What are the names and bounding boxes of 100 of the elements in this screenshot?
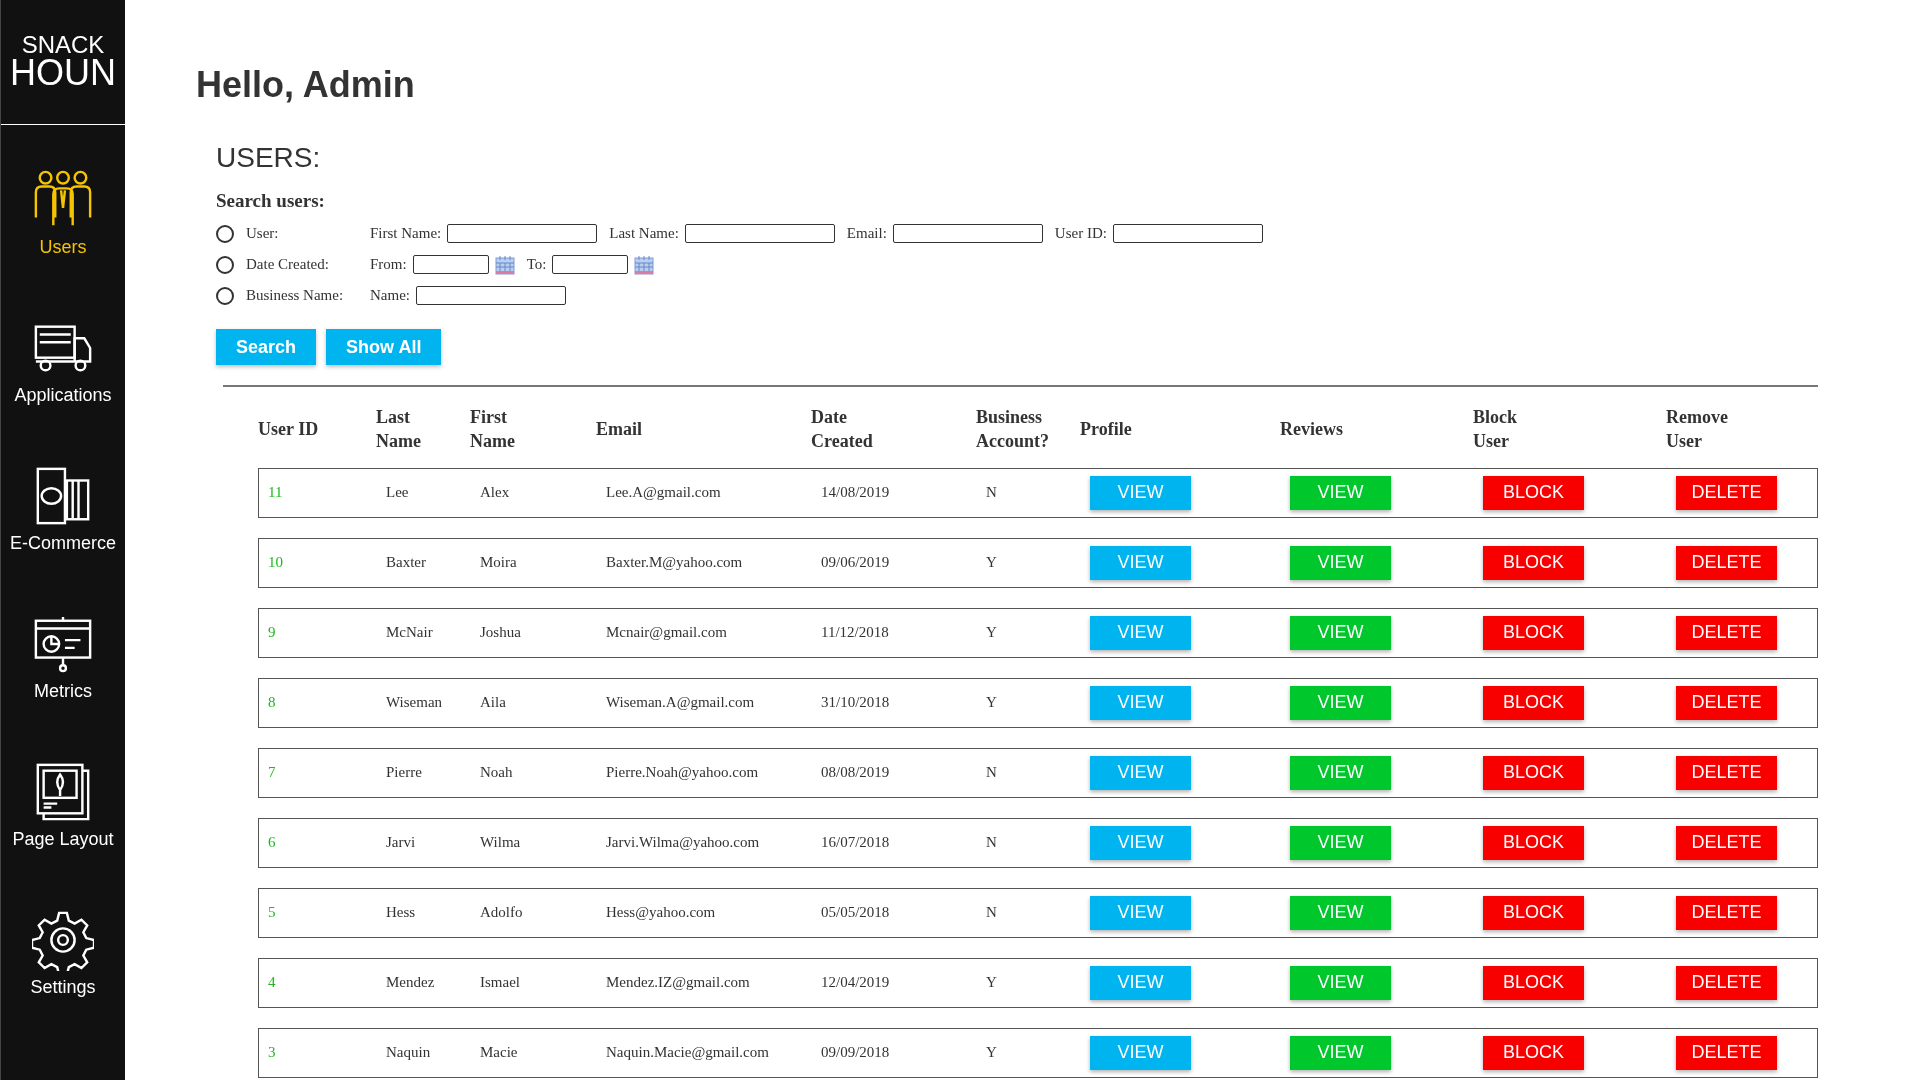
delete-button[interactable]: DELETE: [1676, 1035, 1777, 1070]
table-cell-text: Joshua: [480, 624, 522, 642]
column-header: User ID: [258, 418, 320, 442]
reviews-button[interactable]: VIEW: [1290, 545, 1391, 580]
field-label: Last Name:: [609, 225, 679, 242]
block-button[interactable]: BLOCK: [1483, 965, 1584, 1000]
table-cell-text: Wiseman.A@gmail.com: [606, 694, 756, 712]
table-cell-text: 12/04/2019: [821, 974, 891, 992]
reviews-button[interactable]: VIEW: [1290, 475, 1391, 510]
reviews-button[interactable]: VIEW: [1290, 755, 1391, 790]
profile-button[interactable]: VIEW: [1090, 1035, 1191, 1070]
radio-button[interactable]: [216, 286, 234, 305]
table-cell-text: 9: [268, 624, 277, 642]
profile-button[interactable]: VIEW: [1090, 825, 1191, 860]
reviews-button[interactable]: VIEW: [1290, 965, 1391, 1000]
table-cell-text: Lee: [386, 484, 410, 502]
profile-button[interactable]: VIEW: [1090, 685, 1191, 720]
search-button[interactable]: Search: [216, 329, 317, 365]
column-header: Business Account?: [976, 406, 1050, 454]
table-cell-text: 7: [268, 764, 277, 782]
table-cell-text: Macie: [480, 1044, 519, 1062]
input-field[interactable]: [552, 255, 629, 274]
field-label: Name:: [370, 287, 410, 304]
table-cell-text: Adolfo: [480, 904, 524, 922]
delete-button[interactable]: DELETE: [1676, 755, 1777, 790]
delete-button[interactable]: DELETE: [1676, 615, 1777, 650]
logo: SNACK HOUN: [1, 0, 125, 125]
block-button[interactable]: BLOCK: [1483, 475, 1584, 510]
sidebar-item[interactable]: E-Commerce: [2, 465, 124, 575]
table-cell-text: Y: [986, 974, 998, 992]
input-field[interactable]: [412, 255, 489, 274]
profile-button[interactable]: VIEW: [1090, 895, 1191, 930]
table-cell-text: McNair: [386, 624, 434, 642]
delete-button[interactable]: DELETE: [1676, 895, 1777, 930]
input-field[interactable]: [1112, 224, 1263, 243]
reviews-button[interactable]: VIEW: [1290, 615, 1391, 650]
settings-icon: [32, 909, 94, 971]
column-header: Remove User: [1666, 406, 1729, 454]
delete-button[interactable]: DELETE: [1676, 825, 1777, 860]
option-label: Business Name:: [246, 287, 345, 304]
calendar-icon[interactable]: [494, 254, 515, 275]
table-cell-text: 09/09/2018: [821, 1044, 891, 1062]
profile-button[interactable]: VIEW: [1090, 965, 1191, 1000]
option-label: Date Created:: [246, 256, 330, 273]
block-button[interactable]: BLOCK: [1483, 895, 1584, 930]
reviews-button[interactable]: VIEW: [1290, 895, 1391, 930]
table-cell-text: 6: [268, 834, 277, 852]
section-title: USERS:: [216, 142, 322, 174]
table-cell-text: 31/10/2018: [821, 694, 891, 712]
input-field[interactable]: [447, 224, 598, 243]
table-cell-text: Y: [986, 624, 998, 642]
profile-button[interactable]: VIEW: [1090, 755, 1191, 790]
reviews-button[interactable]: VIEW: [1290, 685, 1391, 720]
calendar-icon[interactable]: [634, 254, 655, 275]
field-label: From:: [370, 256, 407, 273]
block-button[interactable]: BLOCK: [1483, 755, 1584, 790]
table-cell-text: Aila: [480, 694, 507, 712]
block-button[interactable]: BLOCK: [1483, 1035, 1584, 1070]
table-cell-text: Wilma: [480, 834, 522, 852]
table-cell-text: N: [986, 764, 998, 782]
table-cell-text: 08/08/2019: [821, 764, 891, 782]
column-header: Email: [596, 418, 643, 442]
input-field[interactable]: [892, 224, 1043, 243]
search-button[interactable]: Show All: [326, 329, 442, 365]
sidebar-item[interactable]: Applications: [2, 317, 124, 427]
table-cell-text: 05/05/2018: [821, 904, 891, 922]
delete-button[interactable]: DELETE: [1676, 965, 1777, 1000]
table-cell-text: Alex: [480, 484, 511, 502]
table-cell-text: Noah: [480, 764, 514, 782]
table-cell-text: Y: [986, 554, 998, 572]
search-title: Search users:: [216, 190, 325, 212]
table-cell-text: N: [986, 834, 998, 852]
table-cell-text: 16/07/2018: [821, 834, 891, 852]
sidebar-item[interactable]: Metrics: [2, 613, 124, 723]
profile-button[interactable]: VIEW: [1090, 475, 1191, 510]
sidebar-item[interactable]: Settings: [2, 909, 124, 1019]
input-field[interactable]: [684, 224, 835, 243]
table-cell-text: 3: [268, 1044, 277, 1062]
reviews-button[interactable]: VIEW: [1290, 825, 1391, 860]
table-cell-text: Y: [986, 694, 998, 712]
delete-button[interactable]: DELETE: [1676, 475, 1777, 510]
reviews-button[interactable]: VIEW: [1290, 1035, 1391, 1070]
sidebar-item[interactable]: Users: [2, 169, 124, 279]
block-button[interactable]: BLOCK: [1483, 615, 1584, 650]
column-header: Block User: [1473, 406, 1518, 454]
input-field[interactable]: [416, 286, 566, 305]
delete-button[interactable]: DELETE: [1676, 545, 1777, 580]
table-cell-text: Ismael: [480, 974, 521, 992]
radio-button[interactable]: [216, 224, 234, 243]
table-cell-text: Mendez.IZ@gmail.com: [606, 974, 751, 992]
table-cell-text: Baxter.M@yahoo.com: [606, 554, 744, 572]
profile-button[interactable]: VIEW: [1090, 615, 1191, 650]
block-button[interactable]: BLOCK: [1483, 685, 1584, 720]
block-button[interactable]: BLOCK: [1483, 545, 1584, 580]
radio-button[interactable]: [216, 255, 234, 274]
table-cell-text: Lee.A@gmail.com: [606, 484, 722, 502]
sidebar-item[interactable]: Page Layout: [2, 761, 124, 871]
profile-button[interactable]: VIEW: [1090, 545, 1191, 580]
delete-button[interactable]: DELETE: [1676, 685, 1777, 720]
block-button[interactable]: BLOCK: [1483, 825, 1584, 860]
